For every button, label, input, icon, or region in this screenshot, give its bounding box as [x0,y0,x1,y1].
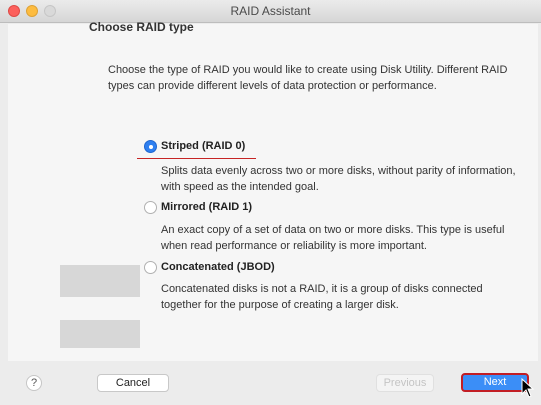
mirrored-raid1-radio[interactable] [144,201,157,214]
previous-button[interactable]: Previous [376,374,434,392]
mouse-pointer-icon [521,378,535,398]
concatenated-jbod-description: Concatenated disks is not a RAID, it is … [161,283,483,311]
striped-raid0-radio[interactable] [144,140,157,153]
disk-artwork-top [60,265,140,297]
mirrored-raid1-description: An exact copy of a set of data on two or… [161,224,505,252]
intro-text: Choose the type of RAID you would like t… [108,64,508,92]
title-bar: RAID Assistant [0,0,541,23]
striped-highlight-underline [137,158,256,159]
help-button[interactable]: ? [26,375,42,391]
section-heading: Choose RAID type [89,20,194,34]
window-title: RAID Assistant [230,4,311,18]
mirrored-raid1-label[interactable]: Mirrored (RAID 1) [161,201,252,213]
disk-artwork-bottom [60,320,140,348]
concatenated-jbod-label[interactable]: Concatenated (JBOD) [161,261,275,273]
striped-raid0-description: Splits data evenly across two or more di… [161,165,516,193]
cancel-button[interactable]: Cancel [97,374,169,392]
next-button[interactable]: Next [461,373,529,392]
striped-raid0-label[interactable]: Striped (RAID 0) [161,140,245,152]
raid-assistant-window: RAID Assistant Choose RAID type Choose t… [0,0,541,405]
concatenated-jbod-radio[interactable] [144,261,157,274]
